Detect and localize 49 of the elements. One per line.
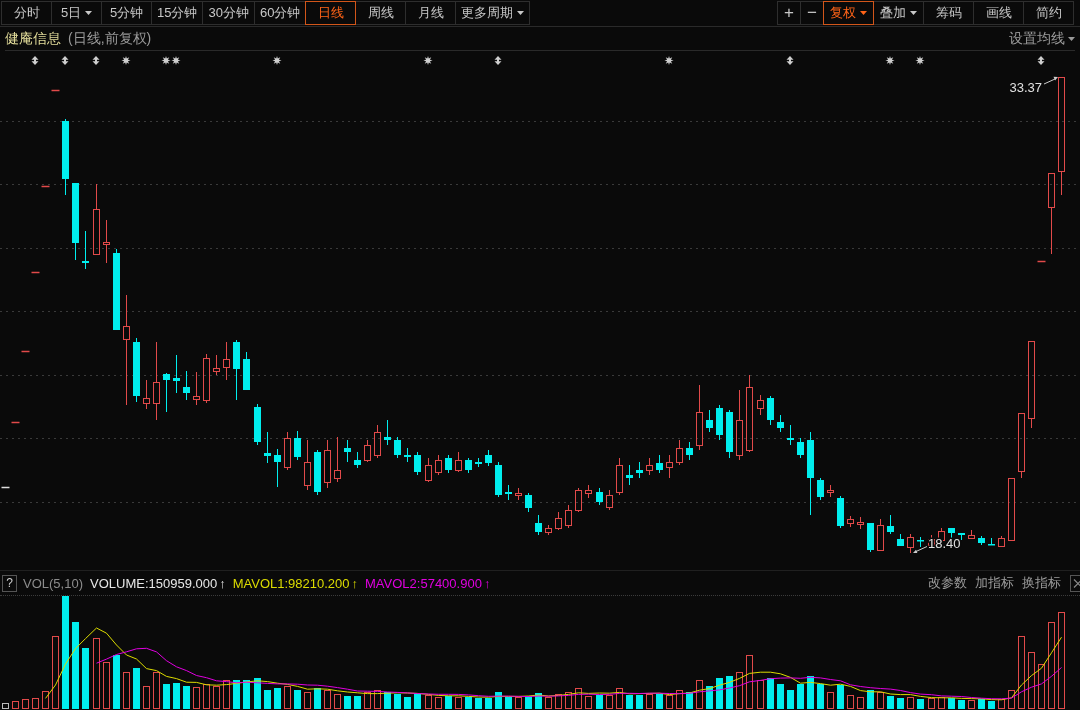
ma-settings-button[interactable]: 设置均线 bbox=[1009, 29, 1075, 48]
toolbar-button[interactable]: 叠加 bbox=[873, 1, 924, 25]
double-arrow-icon[interactable] bbox=[1037, 55, 1045, 66]
burst-icon[interactable] bbox=[664, 55, 674, 66]
double-arrow-icon[interactable] bbox=[494, 55, 502, 66]
toolbar-button[interactable]: 简约 bbox=[1023, 1, 1074, 25]
panel-action-button[interactable]: 换指标 bbox=[1022, 574, 1061, 592]
burst-icon[interactable] bbox=[423, 55, 433, 66]
indicator-value: MAVOL2:57400.900 bbox=[365, 575, 482, 591]
burst-icon[interactable] bbox=[915, 55, 925, 66]
trend-arrow: ↑ bbox=[483, 575, 491, 591]
period-tab[interactable]: 15分钟 bbox=[151, 1, 204, 25]
leader-arrow bbox=[1043, 76, 1058, 85]
burst-icon[interactable] bbox=[121, 55, 131, 66]
burst-icon[interactable] bbox=[885, 55, 895, 66]
trend-arrow: ↑ bbox=[351, 575, 359, 591]
high-price-label: 33.37 bbox=[1009, 80, 1042, 95]
period-tab[interactable]: 30分钟 bbox=[202, 1, 255, 25]
period-tab[interactable]: 5日 bbox=[51, 1, 102, 25]
toolbar-button[interactable]: 复权 bbox=[823, 1, 874, 25]
double-arrow-icon[interactable] bbox=[31, 55, 39, 66]
toolbar-button[interactable]: 筹码 bbox=[923, 1, 974, 25]
stock-name: 健庵信息 bbox=[5, 29, 61, 48]
indicator-value: MAVOL1:98210.200 bbox=[232, 575, 350, 591]
trend-arrow: ↑ bbox=[219, 575, 226, 591]
help-button[interactable]: ? bbox=[2, 574, 17, 592]
period-tab[interactable]: 周线 bbox=[355, 1, 407, 25]
chart-subtitle: (日线,前复权) bbox=[68, 29, 152, 48]
double-arrow-icon[interactable] bbox=[61, 55, 69, 66]
toolbar-button[interactable]: + bbox=[777, 1, 801, 25]
indicator-value: VOLUME:150959.000 bbox=[90, 575, 218, 591]
period-tab[interactable]: 分时 bbox=[1, 1, 52, 25]
toolbar-button[interactable]: 画线 bbox=[973, 1, 1024, 25]
period-tab[interactable]: 日线 bbox=[305, 1, 357, 25]
panel-action-button[interactable]: 改参数 bbox=[928, 574, 967, 592]
toolbar-button[interactable]: − bbox=[800, 1, 824, 25]
period-tab[interactable]: 5分钟 bbox=[101, 1, 152, 25]
period-tab[interactable]: 月线 bbox=[405, 1, 457, 25]
period-tab[interactable]: 60分钟 bbox=[253, 1, 307, 25]
indicator-name: VOL(5,10) bbox=[23, 575, 83, 591]
burst-icon[interactable] bbox=[171, 55, 181, 66]
burst-icon[interactable] bbox=[161, 55, 171, 66]
double-arrow-icon[interactable] bbox=[92, 55, 100, 66]
burst-icon[interactable] bbox=[272, 55, 282, 66]
leader-arrow bbox=[913, 546, 928, 554]
period-tab[interactable]: 更多周期 bbox=[455, 1, 531, 25]
close-icon[interactable] bbox=[1070, 574, 1080, 592]
double-arrow-icon[interactable] bbox=[786, 55, 794, 66]
panel-action-button[interactable]: 加指标 bbox=[975, 574, 1014, 592]
